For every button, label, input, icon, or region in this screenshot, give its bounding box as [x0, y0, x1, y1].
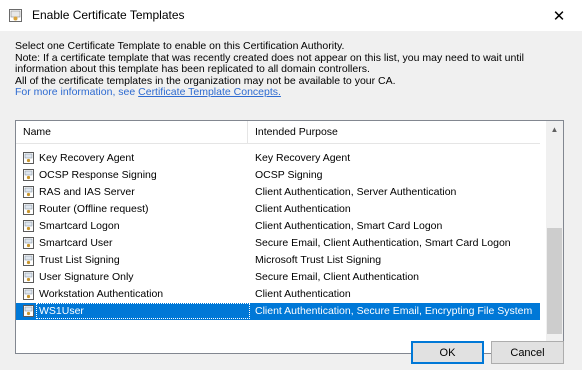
chevron-up-icon: ▲ — [550, 125, 559, 134]
intended-purpose: OCSP Signing — [255, 169, 323, 181]
scroll-up-button[interactable]: ▲ — [546, 121, 563, 138]
list-row[interactable]: OCSP Response Signing OCSP Signing — [16, 167, 540, 184]
intended-purpose: Client Authentication — [255, 288, 351, 300]
template-name: Workstation Authentication — [39, 288, 164, 300]
column-header-name[interactable]: Name — [23, 121, 51, 143]
template-name: OCSP Response Signing — [39, 169, 157, 181]
list-row[interactable]: Workstation Authentication Client Authen… — [16, 286, 540, 303]
intended-purpose: Client Authentication, Server Authentica… — [255, 186, 457, 198]
certificate-template-icon — [23, 305, 34, 317]
window-title: Enable Certificate Templates — [32, 8, 185, 22]
certificate-template-icon — [23, 186, 34, 198]
intended-purpose: Microsoft Trust List Signing — [255, 254, 382, 266]
list-row[interactable]: Key Recovery Agent Key Recovery Agent — [16, 150, 540, 167]
list-header: Name Intended Purpose — [16, 121, 540, 144]
list-row[interactable]: Smartcard Logon Client Authentication, S… — [16, 218, 540, 235]
scrollbar-thumb[interactable] — [547, 228, 562, 334]
list-row[interactable]: Smartcard User Secure Email, Client Auth… — [16, 235, 540, 252]
list-row[interactable]: RAS and IAS Server Client Authentication… — [16, 184, 540, 201]
list-row[interactable]: User Signature Only Secure Email, Client… — [16, 269, 540, 286]
ok-button[interactable]: OK — [411, 341, 484, 364]
vertical-scrollbar[interactable]: ▲ ▼ — [546, 121, 563, 353]
template-name: Router (Offline request) — [39, 203, 149, 215]
template-name: Key Recovery Agent — [39, 152, 135, 164]
certificate-template-concepts-link[interactable]: Certificate Template Concepts. — [138, 86, 281, 98]
certificate-template-icon — [23, 254, 34, 266]
template-name: Smartcard Logon — [39, 220, 120, 232]
intended-purpose: Secure Email, Client Authentication — [255, 271, 420, 283]
certificate-template-icon — [23, 271, 34, 283]
list-row[interactable]: Trust List Signing Microsoft Trust List … — [16, 252, 540, 269]
certificate-template-icon — [23, 237, 34, 249]
certificate-template-icon — [23, 169, 34, 181]
intended-purpose: Secure Email, Client Authentication, Sma… — [255, 237, 511, 249]
column-header-intended-purpose[interactable]: Intended Purpose — [255, 121, 338, 143]
more-info-prefix: For more information, see — [15, 86, 139, 98]
template-name: Trust List Signing — [39, 254, 120, 266]
column-divider[interactable] — [247, 121, 248, 143]
list-row[interactable]: Router (Offline request) Client Authenti… — [16, 201, 540, 218]
dialog-client-area: Select one Certificate Template to enabl… — [0, 31, 582, 370]
template-name: RAS and IAS Server — [39, 186, 135, 198]
title-bar: Enable Certificate Templates ✕ — [0, 0, 582, 32]
list-rows: Key Recovery Agent Key Recovery Agent OC… — [16, 150, 540, 320]
list-row-selected[interactable]: WS1User Client Authentication, Secure Em… — [16, 303, 540, 320]
certificate-template-icon — [23, 203, 34, 215]
description-line: Select one Certificate Template to enabl… — [15, 40, 345, 52]
close-button[interactable]: ✕ — [536, 0, 582, 31]
description-line: information about this template has been… — [15, 63, 370, 75]
more-info-text: For more information, see Certificate Te… — [15, 86, 575, 99]
close-icon: ✕ — [552, 7, 566, 25]
intended-purpose: Client Authentication, Secure Email, Enc… — [255, 305, 533, 317]
description: Select one Certificate Template to enabl… — [15, 40, 575, 99]
template-name: Smartcard User — [39, 237, 113, 249]
certificate-template-icon — [23, 152, 34, 164]
intended-purpose: Client Authentication, Smart Card Logon — [255, 220, 443, 232]
template-name: WS1User — [39, 305, 84, 317]
intended-purpose: Key Recovery Agent — [255, 152, 351, 164]
cancel-button[interactable]: Cancel — [491, 341, 564, 364]
intended-purpose: Client Authentication — [255, 203, 351, 215]
template-name: User Signature Only — [39, 271, 134, 283]
certificate-template-icon — [23, 220, 34, 232]
certificate-app-icon — [9, 9, 22, 22]
certificate-template-icon — [23, 288, 34, 300]
certificate-templates-list[interactable]: Name Intended Purpose Key Recovery Agent… — [15, 120, 564, 354]
